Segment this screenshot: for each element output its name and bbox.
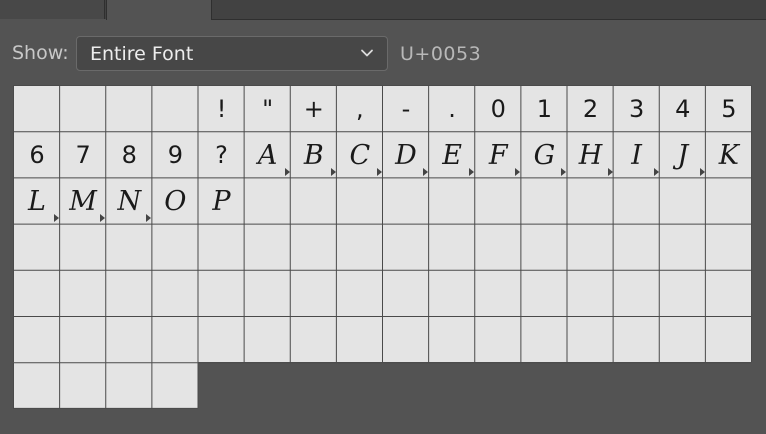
glyph-cell[interactable]: " <box>245 86 291 132</box>
glyph-char: + <box>303 95 324 123</box>
glyph-cell[interactable]: B <box>291 132 337 178</box>
glyph-cell[interactable]: I <box>614 132 660 178</box>
glyph-cell[interactable]: O <box>152 178 198 224</box>
glyph-cell[interactable]: K <box>706 132 752 178</box>
alternates-triangle-icon[interactable] <box>100 214 106 223</box>
glyph-char: B <box>303 139 324 171</box>
tab-inactive[interactable] <box>0 0 105 19</box>
glyph-cell[interactable]: ? <box>199 132 245 178</box>
glyph-cell[interactable]: 3 <box>614 86 660 132</box>
glyph-cell[interactable]: A <box>245 132 291 178</box>
glyph-char: F <box>488 139 508 171</box>
glyph-cell[interactable]: F <box>475 132 521 178</box>
alternates-triangle-icon[interactable] <box>607 168 613 177</box>
show-filter-value: Entire Font <box>90 43 194 65</box>
glyph-char: M <box>69 185 97 217</box>
glyph-cell[interactable]: J <box>660 132 706 178</box>
glyph-char: C <box>349 139 371 171</box>
chevron-down-icon <box>361 49 373 57</box>
glyph-char: 6 <box>29 141 45 170</box>
alternates-triangle-icon[interactable] <box>469 168 475 177</box>
alternates-triangle-icon[interactable] <box>146 214 152 223</box>
glyph-cell[interactable]: 9 <box>152 132 198 178</box>
selected-glyph-codepoint: U+0053 <box>400 43 482 65</box>
glyph-char: H <box>578 139 603 171</box>
panel-tab-strip <box>0 0 766 20</box>
glyph-cell[interactable]: D <box>383 132 429 178</box>
glyph-char: ? <box>215 141 228 170</box>
glyph-char: 0 <box>490 95 506 123</box>
glyph-cell-empty[interactable] <box>60 86 106 132</box>
glyph-char: E <box>442 139 462 171</box>
glyph-char: - <box>401 95 411 123</box>
glyph-char: , <box>356 95 364 123</box>
glyph-char: P <box>212 185 231 217</box>
glyph-cell[interactable]: C <box>337 132 383 178</box>
alternates-triangle-icon[interactable] <box>561 168 567 177</box>
glyph-cell[interactable]: 5 <box>706 86 752 132</box>
glyph-char: 9 <box>167 141 184 170</box>
glyph-grid-overflow <box>13 362 198 408</box>
glyph-char: J <box>677 139 689 171</box>
glyph-cell[interactable]: - <box>383 86 429 132</box>
glyph-char: 4 <box>675 95 691 123</box>
glyph-cell[interactable]: M <box>60 178 106 224</box>
glyph-char: D <box>395 139 417 171</box>
glyph-cell[interactable]: ! <box>199 86 245 132</box>
glyph-cell-empty[interactable] <box>106 86 152 132</box>
glyph-char: 8 <box>121 141 137 170</box>
tab-strip-fill <box>211 0 766 20</box>
alternates-triangle-icon[interactable] <box>284 168 290 177</box>
glyph-cell[interactable]: 6 <box>14 132 60 178</box>
glyph-char: 5 <box>721 95 737 123</box>
glyph-cell[interactable]: 2 <box>568 86 614 132</box>
glyph-char: 2 <box>582 95 599 123</box>
glyph-cell[interactable]: 0 <box>475 86 521 132</box>
glyph-cell[interactable]: . <box>429 86 475 132</box>
alternates-triangle-icon[interactable] <box>330 168 336 177</box>
glyph-char: N <box>117 185 142 217</box>
glyph-char: 3 <box>628 95 645 123</box>
alternates-triangle-icon[interactable] <box>653 168 659 177</box>
glyph-cell[interactable]: , <box>337 86 383 132</box>
glyph-char: ! <box>216 95 227 123</box>
glyph-char: G <box>533 139 556 171</box>
glyph-char: L <box>28 185 46 217</box>
alternates-triangle-icon[interactable] <box>376 168 382 177</box>
alternates-triangle-icon[interactable] <box>423 168 428 177</box>
glyph-char: I <box>631 139 642 171</box>
glyph-char: 1 <box>536 95 553 123</box>
tab-glyphs[interactable] <box>106 0 212 20</box>
glyph-cell-empty[interactable] <box>14 86 60 132</box>
glyph-cell[interactable]: 7 <box>60 132 106 178</box>
glyph-char: 7 <box>75 141 91 170</box>
glyph-cell[interactable]: + <box>291 86 337 132</box>
glyph-cell[interactable]: N <box>106 178 152 224</box>
glyph-char: O <box>164 185 187 217</box>
glyph-cell[interactable]: P <box>199 178 245 224</box>
glyph-cell[interactable]: G <box>521 132 567 178</box>
glyph-cell[interactable]: 1 <box>521 86 567 132</box>
alternates-triangle-icon[interactable] <box>54 214 59 223</box>
show-filter-dropdown[interactable]: Entire Font <box>76 36 388 71</box>
glyph-cell[interactable]: E <box>429 132 475 178</box>
glyph-cell[interactable]: 8 <box>106 132 152 178</box>
glyph-cell-empty[interactable] <box>152 86 198 132</box>
glyph-cell[interactable]: H <box>568 132 614 178</box>
glyph-char: . <box>448 95 456 123</box>
show-label: Show: <box>12 42 69 64</box>
alternates-triangle-icon[interactable] <box>515 168 521 177</box>
glyph-char: K <box>718 139 739 171</box>
glyph-cell[interactable]: 4 <box>660 86 706 132</box>
alternates-triangle-icon[interactable] <box>699 168 705 177</box>
glyph-char: " <box>262 95 274 123</box>
glyph-cell[interactable]: L <box>14 178 60 224</box>
glyph-char: A <box>257 139 278 171</box>
